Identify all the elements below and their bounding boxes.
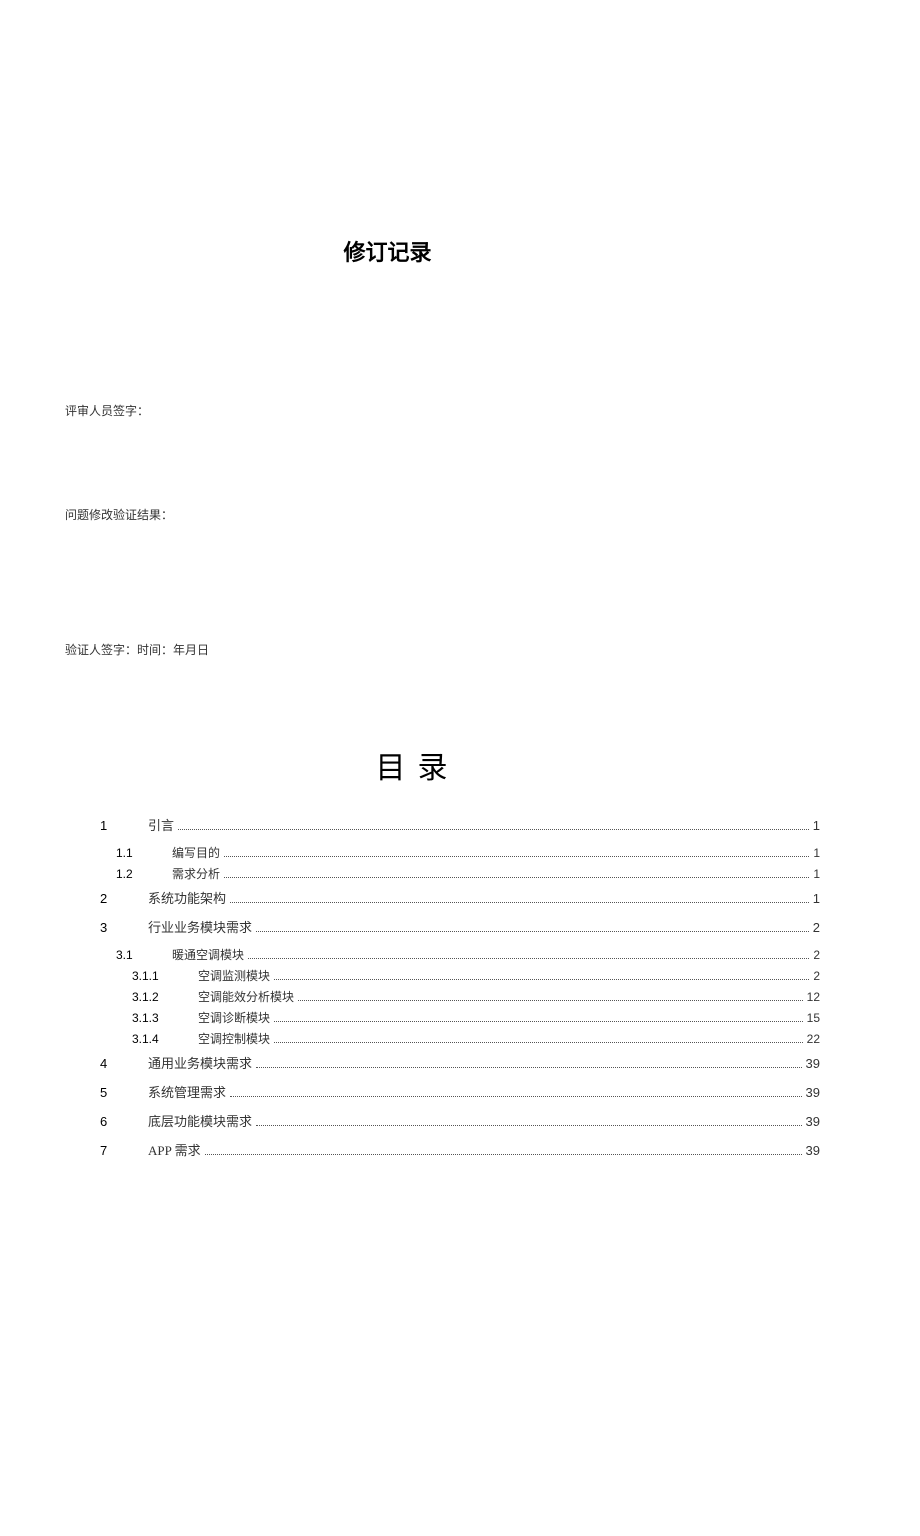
toc-dot-leader bbox=[178, 829, 809, 830]
toc-entry-page: 2 bbox=[813, 969, 820, 983]
toc-entry-page: 1 bbox=[813, 818, 820, 833]
toc-entry-number: 3.1.3 bbox=[132, 1011, 180, 1025]
toc-entry-label: 系统管理需求 bbox=[148, 1082, 226, 1101]
toc-entry: 3.1.3 空调诊断模块 15 bbox=[100, 1009, 820, 1026]
reviewer-sign-line: 评审人员签字： bbox=[65, 402, 850, 419]
toc-entry-label: 需求分析 bbox=[172, 865, 220, 882]
toc-entry-page: 39 bbox=[806, 1085, 820, 1100]
toc-entry: 6 底层功能模块需求 39 bbox=[100, 1111, 820, 1130]
toc-entry-page: 22 bbox=[807, 1032, 820, 1046]
toc-entry: 3.1.4 空调控制模块 22 bbox=[100, 1030, 820, 1047]
toc-entry-number: 3.1 bbox=[116, 948, 154, 962]
toc-dot-leader bbox=[230, 902, 809, 903]
toc-entry: 1.2 需求分析 1 bbox=[100, 865, 820, 882]
toc-dot-leader bbox=[230, 1096, 802, 1097]
toc-entry-page: 12 bbox=[807, 990, 820, 1004]
toc-entry-label: 行业业务模块需求 bbox=[148, 917, 252, 936]
verifier-sign-date-line: 验证人签字：时间：年月日 bbox=[65, 641, 850, 658]
toc-entry-page: 2 bbox=[813, 948, 820, 962]
toc-entry-label: 通用业务模块需求 bbox=[148, 1053, 252, 1072]
toc-entry-number: 3 bbox=[100, 920, 130, 935]
toc-dot-leader bbox=[274, 1021, 803, 1022]
toc-entry-label: 引言 bbox=[148, 815, 174, 834]
toc-entry: 5 系统管理需求 39 bbox=[100, 1082, 820, 1101]
toc-dot-leader bbox=[256, 931, 809, 932]
toc-entry-number: 7 bbox=[100, 1143, 130, 1158]
toc-entry-label: 底层功能模块需求 bbox=[148, 1111, 252, 1130]
toc-entry: 1 引言 1 bbox=[100, 815, 820, 834]
toc-dot-leader bbox=[256, 1067, 802, 1068]
toc-entry-label: APP 需求 bbox=[148, 1140, 201, 1159]
toc-entry: 7 APP 需求 39 bbox=[100, 1140, 820, 1159]
toc-entry: 4 通用业务模块需求 39 bbox=[100, 1053, 820, 1072]
toc-entry-number: 5 bbox=[100, 1085, 130, 1100]
toc-entry: 1.1 编写目的 1 bbox=[100, 844, 820, 861]
toc-entry-label: 暖通空调模块 bbox=[172, 946, 244, 963]
revision-record-title: 修订记录 bbox=[0, 235, 850, 267]
toc-entry-label: 编写目的 bbox=[172, 844, 220, 861]
toc-entry: 2 系统功能架构 1 bbox=[100, 888, 820, 907]
toc-dot-leader bbox=[274, 979, 809, 980]
toc-entry-number: 4 bbox=[100, 1056, 130, 1071]
document-page: 修订记录 评审人员签字： 问题修改验证结果： 验证人签字：时间：年月日 目录 1… bbox=[0, 235, 920, 1159]
toc-entry-number: 3.1.2 bbox=[132, 990, 180, 1004]
issue-verification-result-line: 问题修改验证结果： bbox=[65, 506, 850, 523]
toc-entry-label: 空调能效分析模块 bbox=[198, 988, 294, 1005]
toc-entry-number: 3.1.1 bbox=[132, 969, 180, 983]
toc-entry: 3.1.1 空调监测模块 2 bbox=[100, 967, 820, 984]
toc-entry-number: 2 bbox=[100, 891, 130, 906]
toc-entry-label: 系统功能架构 bbox=[148, 888, 226, 907]
toc-entry-number: 6 bbox=[100, 1114, 130, 1129]
toc-entry: 3.1 暖通空调模块 2 bbox=[100, 946, 820, 963]
toc-entry-number: 1 bbox=[100, 818, 130, 833]
toc-entry-number: 3.1.4 bbox=[132, 1032, 180, 1046]
toc-dot-leader bbox=[298, 1000, 803, 1001]
toc-title: 目录 bbox=[0, 743, 850, 787]
table-of-contents: 1引言11.1编写目的11.2需求分析12系统功能架构13行业业务模块需求23.… bbox=[70, 815, 850, 1159]
toc-entry-label: 空调诊断模块 bbox=[198, 1009, 270, 1026]
toc-entry-label: 空调控制模块 bbox=[198, 1030, 270, 1047]
toc-dot-leader bbox=[224, 877, 809, 878]
toc-dot-leader bbox=[256, 1125, 802, 1126]
toc-dot-leader bbox=[248, 958, 809, 959]
toc-entry-page: 15 bbox=[807, 1011, 820, 1025]
toc-entry-page: 39 bbox=[806, 1143, 820, 1158]
toc-dot-leader bbox=[205, 1154, 802, 1155]
toc-entry-page: 2 bbox=[813, 920, 820, 935]
toc-entry-number: 1.2 bbox=[116, 867, 154, 881]
toc-entry-number: 1.1 bbox=[116, 846, 154, 860]
toc-entry-page: 39 bbox=[806, 1114, 820, 1129]
toc-entry-page: 1 bbox=[813, 891, 820, 906]
toc-dot-leader bbox=[224, 856, 809, 857]
toc-entry-label: 空调监测模块 bbox=[198, 967, 270, 984]
toc-entry: 3.1.2 空调能效分析模块 12 bbox=[100, 988, 820, 1005]
toc-entry-page: 1 bbox=[813, 867, 820, 881]
toc-entry: 3 行业业务模块需求 2 bbox=[100, 917, 820, 936]
toc-dot-leader bbox=[274, 1042, 803, 1043]
toc-entry-page: 39 bbox=[806, 1056, 820, 1071]
toc-entry-page: 1 bbox=[813, 846, 820, 860]
